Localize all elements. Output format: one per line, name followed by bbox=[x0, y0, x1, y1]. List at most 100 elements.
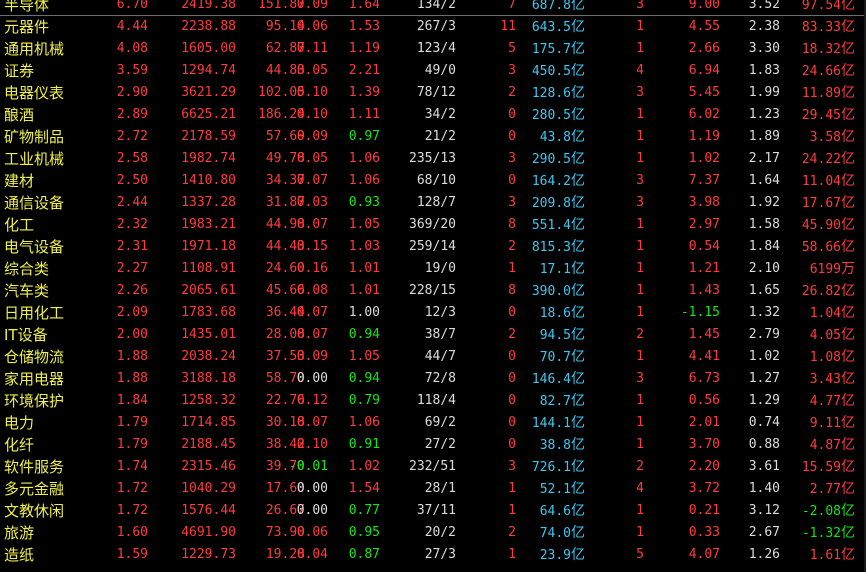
limit-up-count: 0 bbox=[508, 415, 516, 430]
speed: 0.07 bbox=[296, 305, 328, 320]
up-down-count: 19/0 bbox=[424, 261, 456, 276]
turnover-unit: 亿 bbox=[571, 393, 585, 409]
sector-name: 证券 bbox=[4, 62, 35, 80]
turnover: 18.6亿 bbox=[540, 302, 585, 324]
three-day-change: 6.02 bbox=[688, 107, 720, 122]
sector-row[interactable]: 软件服务 1.74 2315.46 39.70 -0.01 1.02 232/51 3 726.… bbox=[0, 456, 866, 478]
net-inflow-unit: 亿 bbox=[841, 437, 855, 453]
turnover-rate: 1.29 bbox=[748, 393, 780, 408]
turnover-value: 164.2 bbox=[531, 174, 571, 189]
turnover: 450.5亿 bbox=[532, 60, 585, 82]
speed: 0.09 bbox=[296, 129, 328, 144]
index-price: 1605.00 bbox=[181, 41, 236, 56]
change-percent: 2.89 bbox=[116, 107, 148, 122]
sector-name: 旅游 bbox=[4, 524, 35, 542]
three-day-change: 6.73 bbox=[688, 371, 720, 386]
sector-row[interactable]: 仓储物流 1.88 2038.24 37.53 0.09 1.05 44/7 0 70.7亿 1 4… bbox=[0, 346, 866, 368]
speed: 0.09 bbox=[296, 349, 328, 364]
limit-up-count: 8 bbox=[508, 283, 516, 298]
sector-row[interactable]: 多元金融 1.72 1040.29 17.60 0.00 1.54 28/1 1 52.1亿 4 3… bbox=[0, 478, 866, 500]
sector-row[interactable]: 汽车类 2.26 2065.61 45.66 0.08 1.01 228/15 8 390.0亿… bbox=[0, 280, 866, 302]
three-day-change: 1.21 bbox=[688, 261, 720, 276]
main-net-inflow: 4.77亿 bbox=[810, 390, 855, 412]
sector-row[interactable]: 文教休闲 1.72 1576.44 26.67 0.00 0.77 37/11 1 64.6亿 1… bbox=[0, 500, 866, 522]
turnover: 128.6亿 bbox=[532, 82, 585, 104]
turnover-value: 64.6 bbox=[539, 504, 571, 519]
up-down-count: 118/4 bbox=[416, 393, 456, 408]
turnover-unit: 亿 bbox=[571, 525, 585, 541]
up-down-count: 72/8 bbox=[424, 371, 456, 386]
index-price: 1435.01 bbox=[181, 327, 236, 342]
volume-ratio: 1.03 bbox=[348, 239, 380, 254]
turnover-unit: 亿 bbox=[571, 0, 585, 13]
index-price: 1229.73 bbox=[181, 547, 236, 562]
index-price: 4691.90 bbox=[181, 525, 236, 540]
sector-row[interactable]: 环境保护 1.84 1258.32 22.76 0.12 0.79 118/4 0 82.7亿 1… bbox=[0, 390, 866, 412]
volume-ratio: 0.94 bbox=[348, 371, 380, 386]
sector-row[interactable]: 家用电器 1.88 3188.18 58.70 0.00 0.94 72/8 0 146.4亿 3… bbox=[0, 368, 866, 390]
main-net-inflow: 6199万 bbox=[810, 258, 855, 280]
sector-row[interactable]: 造纸 1.59 1229.73 19.28 0.04 0.87 27/3 1 23.9亿 5 4.0… bbox=[0, 544, 866, 566]
sector-row[interactable]: 化工 2.32 1983.21 44.98 0.07 1.05 369/20 8 551.4亿 1… bbox=[0, 214, 866, 236]
up-down-count: 369/20 bbox=[409, 217, 456, 232]
turnover-rate: 1.64 bbox=[748, 173, 780, 188]
volume-ratio: 0.95 bbox=[348, 525, 380, 540]
sector-quote-table: 半导体 6.70 2419.38 151.87 0.09 1.64 134/2 7 687.8亿… bbox=[0, 0, 866, 566]
sector-row[interactable]: 酿酒 2.89 6625.21 186.24 0.10 1.11 34/2 0 280.5亿 1 6… bbox=[0, 104, 866, 126]
net-inflow-unit: 亿 bbox=[841, 503, 855, 519]
sector-row[interactable]: 元器件 4.44 2238.88 95.14 0.06 1.53 267/3 11 643.5亿… bbox=[0, 16, 866, 38]
speed: 0.00 bbox=[296, 481, 328, 496]
main-net-inflow: 58.66亿 bbox=[802, 236, 855, 258]
sector-row[interactable]: 工业机械 2.58 1982.74 49.78 0.05 1.06 235/13 3 290.5… bbox=[0, 148, 866, 170]
up-down-count: 12/3 bbox=[424, 305, 456, 320]
three-day-change: 4.07 bbox=[688, 547, 720, 562]
sector-row[interactable]: 建材 2.50 1410.80 34.37 0.07 1.06 68/10 0 164.2亿 3 7… bbox=[0, 170, 866, 192]
three-day-change: 1.43 bbox=[688, 283, 720, 298]
net-inflow-unit: 亿 bbox=[841, 371, 855, 387]
net-inflow-value: 45.90 bbox=[801, 218, 841, 233]
sector-row[interactable]: 旅游 1.60 4691.90 73.90 0.06 0.95 20/2 2 74.0亿 1 0.3… bbox=[0, 522, 866, 544]
volume-ratio: 2.21 bbox=[348, 63, 380, 78]
speed: 0.08 bbox=[296, 283, 328, 298]
sector-row[interactable]: 半导体 6.70 2419.38 151.87 0.09 1.64 134/2 7 687.8亿… bbox=[0, 0, 866, 16]
three-day-change: 0.21 bbox=[688, 503, 720, 518]
net-inflow-unit: 亿 bbox=[841, 547, 855, 563]
sector-row[interactable]: 电器仪表 2.90 3621.29 102.05 0.10 1.39 78/12 2 128.6… bbox=[0, 82, 866, 104]
net-inflow-value: 1.08 bbox=[809, 350, 841, 365]
sector-row[interactable]: IT设备 2.00 1435.01 28.08 0.07 0.94 38/7 2 94.5亿 2 1… bbox=[0, 324, 866, 346]
change-percent: 2.58 bbox=[116, 151, 148, 166]
volume-ratio: 0.97 bbox=[348, 129, 380, 144]
leading-count: 1 bbox=[636, 19, 644, 34]
net-inflow-value: 58.66 bbox=[801, 240, 841, 255]
sector-row[interactable]: 化纤 1.79 2188.45 38.42 0.10 0.91 27/2 0 38.8亿 1 3.7… bbox=[0, 434, 866, 456]
sector-row[interactable]: 通信设备 2.44 1337.28 31.87 0.03 0.93 128/7 3 209.8亿… bbox=[0, 192, 866, 214]
turnover-rate: 1.99 bbox=[748, 85, 780, 100]
three-day-change: 0.54 bbox=[688, 239, 720, 254]
turnover-rate: 3.61 bbox=[748, 459, 780, 474]
change-percent: 1.72 bbox=[116, 481, 148, 496]
net-inflow-unit: 亿 bbox=[841, 107, 855, 123]
volume-ratio: 1.39 bbox=[348, 85, 380, 100]
up-down-count: 68/10 bbox=[416, 173, 456, 188]
sector-row[interactable]: 电力 1.79 1714.85 30.18 0.07 1.06 69/2 0 144.1亿 1 2.… bbox=[0, 412, 866, 434]
sector-row[interactable]: 证券 3.59 1294.74 44.83 0.05 2.21 49/0 3 450.5亿 4 6.… bbox=[0, 60, 866, 82]
leading-count: 1 bbox=[636, 41, 644, 56]
three-day-change: 1.02 bbox=[688, 151, 720, 166]
limit-up-count: 0 bbox=[508, 349, 516, 364]
index-price: 2419.38 bbox=[181, 0, 236, 12]
sector-row[interactable]: 日用化工 2.09 1783.68 36.44 0.07 1.00 12/3 0 18.6亿 1-… bbox=[0, 302, 866, 324]
limit-up-count: 3 bbox=[508, 151, 516, 166]
sector-row[interactable]: 通用机械 4.08 1605.00 62.87 0.11 1.19 123/4 5 175.7亿… bbox=[0, 38, 866, 60]
turnover: 209.8亿 bbox=[532, 192, 585, 214]
main-net-inflow: 24.22亿 bbox=[802, 148, 855, 170]
sector-row[interactable]: 矿物制品 2.72 2178.59 57.69 0.09 0.97 21/2 0 43.8亿 1 1… bbox=[0, 126, 866, 148]
net-inflow-unit: 亿 bbox=[841, 349, 855, 365]
main-net-inflow: 1.61亿 bbox=[810, 544, 855, 566]
sector-row[interactable]: 综合类 2.27 1108.91 24.60 0.16 1.01 19/0 1 17.1亿 1 1.… bbox=[0, 258, 866, 280]
turnover-value: 815.3 bbox=[531, 240, 571, 255]
limit-up-count: 1 bbox=[508, 503, 516, 518]
net-inflow-value: 3.43 bbox=[809, 372, 841, 387]
limit-up-count: 1 bbox=[508, 261, 516, 276]
net-inflow-value: 24.22 bbox=[801, 152, 841, 167]
sector-row[interactable]: 电气设备 2.31 1971.18 44.43 0.15 1.03 259/14 2 815.3… bbox=[0, 236, 866, 258]
